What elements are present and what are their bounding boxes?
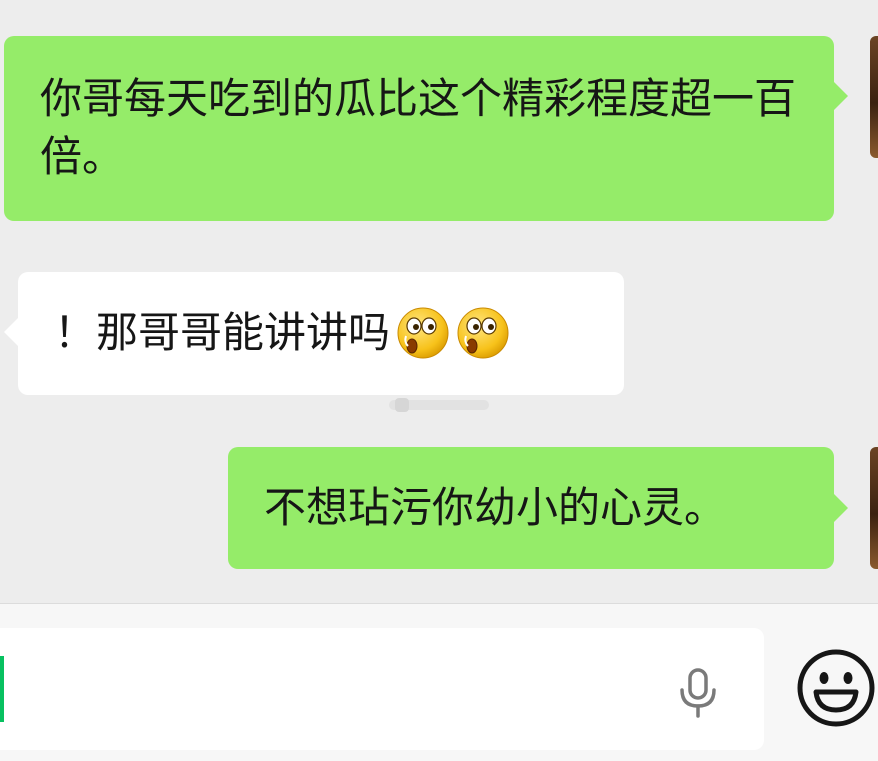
message-text: 你哥每天吃到的瓜比这个精彩程度超一百倍。 [40, 74, 797, 181]
emoji-smile-icon[interactable] [796, 648, 876, 728]
user-avatar[interactable] [870, 36, 878, 158]
surprised-emoji-icon [397, 307, 449, 359]
sent-message-bubble[interactable]: 不想玷污你幼小的心灵。 [228, 447, 848, 569]
message-text: 不想玷污你幼小的心灵。 [264, 483, 727, 532]
chat-input-bar [0, 603, 878, 761]
bubble-tail [834, 82, 848, 110]
message-text: ！那哥哥能讲讲吗 [54, 308, 391, 357]
chat-message-list: 你哥每天吃到的瓜比这个精彩程度超一百倍。 ！那哥哥能讲讲吗 不想玷污你幼小的心灵… [0, 0, 878, 603]
microphone-icon[interactable] [670, 664, 726, 720]
received-message-bubble[interactable]: ！那哥哥能讲讲吗 [4, 272, 624, 395]
user-avatar[interactable] [870, 447, 878, 569]
text-cursor [0, 656, 4, 722]
sent-message-bubble[interactable]: 你哥每天吃到的瓜比这个精彩程度超一百倍。 [4, 36, 848, 221]
surprised-emoji-icon [457, 307, 509, 359]
bubble-tail [834, 494, 848, 522]
bubble-tail [4, 318, 18, 346]
blurred-watermark [389, 398, 489, 412]
message-input[interactable] [0, 628, 764, 750]
